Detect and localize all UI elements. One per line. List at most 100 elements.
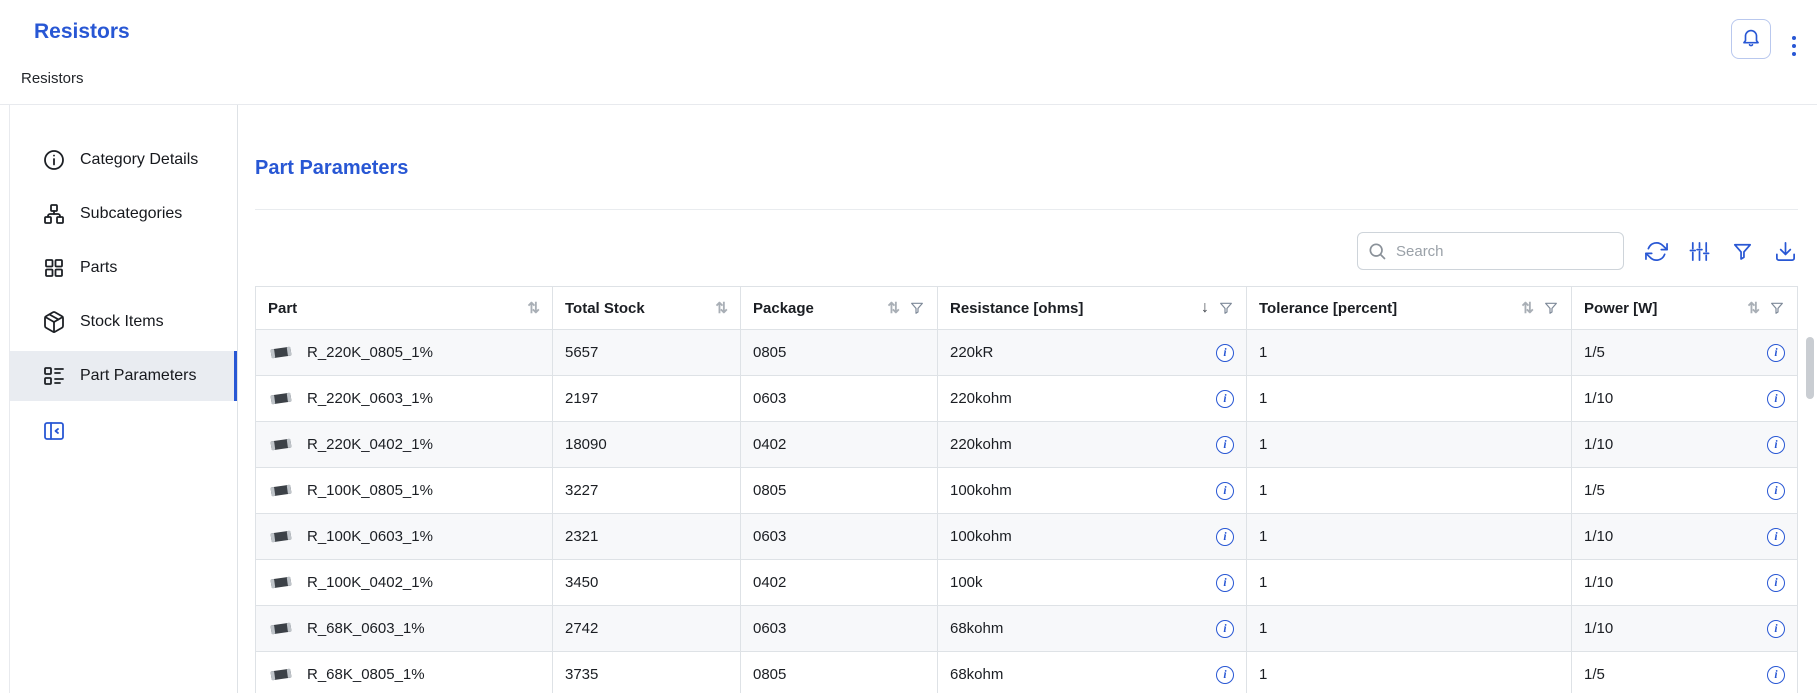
power-value: 1/5 — [1584, 482, 1605, 499]
table-row[interactable]: R_220K_0805_1% 5657 0805 220kR i 1 1/5 i — [256, 330, 1798, 376]
sort-icon[interactable]: ⇅ — [1521, 301, 1534, 316]
power-value: 1/10 — [1584, 528, 1613, 545]
part-thumbnail-icon — [268, 574, 294, 591]
total-stock-cell: 2197 — [553, 376, 741, 422]
resistance-value: 100k — [950, 574, 983, 591]
column-header-package[interactable]: Package ⇅ — [741, 287, 938, 330]
content-area: Category Details Subcategories Parts Sto… — [0, 104, 1817, 693]
table-row[interactable]: R_100K_0603_1% 2321 0603 100kohm i 1 1/1… — [256, 514, 1798, 560]
resistance-value: 68kohm — [950, 666, 1003, 683]
table-body: R_220K_0805_1% 5657 0805 220kR i 1 1/5 i — [256, 330, 1798, 693]
power-info-icon[interactable]: i — [1767, 344, 1785, 362]
resistance-info-icon[interactable]: i — [1216, 666, 1234, 684]
power-info-icon[interactable]: i — [1767, 390, 1785, 408]
part-name: R_220K_0603_1% — [307, 390, 433, 407]
part-thumbnail-icon — [268, 482, 294, 499]
column-label: Package — [753, 300, 814, 317]
main-panel: Part Parameters — [238, 105, 1817, 693]
sidebar-item-label: Subcategories — [80, 205, 182, 223]
kebab-menu-icon[interactable] — [1785, 27, 1803, 65]
part-name: R_68K_0603_1% — [307, 620, 425, 637]
column-header-power-w-[interactable]: Power [W] ⇅ — [1572, 287, 1798, 330]
sort-icon[interactable]: ↓ — [1201, 300, 1209, 316]
sidebar-item-label: Parts — [80, 259, 117, 277]
sort-icon[interactable]: ⇅ — [887, 301, 900, 316]
table-row[interactable]: R_100K_0805_1% 3227 0805 100kohm i 1 1/5… — [256, 468, 1798, 514]
column-settings-button[interactable] — [1686, 238, 1712, 264]
part-name: R_100K_0402_1% — [307, 574, 433, 591]
column-filter-icon[interactable] — [1543, 300, 1559, 316]
table-row[interactable]: R_68K_0603_1% 2742 0603 68kohm i 1 1/10 … — [256, 606, 1798, 652]
resistance-value: 100kohm — [950, 482, 1012, 499]
box-icon — [42, 310, 66, 334]
power-info-icon[interactable]: i — [1767, 666, 1785, 684]
total-stock-cell: 3227 — [553, 468, 741, 514]
breadcrumb: Resistors — [21, 70, 84, 87]
table-controls — [255, 232, 1798, 270]
bell-icon — [1740, 26, 1762, 53]
resistance-info-icon[interactable]: i — [1216, 390, 1234, 408]
power-info-icon[interactable]: i — [1767, 482, 1785, 500]
package-cell: 0805 — [741, 652, 938, 693]
resistance-info-icon[interactable]: i — [1216, 482, 1234, 500]
part-name: R_100K_0603_1% — [307, 528, 433, 545]
sort-icon[interactable]: ⇅ — [527, 301, 540, 316]
refresh-button[interactable] — [1643, 238, 1669, 264]
sort-icon[interactable]: ⇅ — [1747, 301, 1760, 316]
column-label: Tolerance [percent] — [1259, 300, 1397, 317]
column-header-resistance-ohms-[interactable]: Resistance [ohms] ↓ — [938, 287, 1247, 330]
power-info-icon[interactable]: i — [1767, 620, 1785, 638]
resistance-info-icon[interactable]: i — [1216, 528, 1234, 546]
total-stock-cell: 3450 — [553, 560, 741, 606]
column-header-part[interactable]: Part ⇅ — [256, 287, 553, 330]
package-cell: 0402 — [741, 560, 938, 606]
total-stock-cell: 5657 — [553, 330, 741, 376]
resistance-info-icon[interactable]: i — [1216, 574, 1234, 592]
power-info-icon[interactable]: i — [1767, 528, 1785, 546]
package-cell: 0603 — [741, 376, 938, 422]
column-header-total-stock[interactable]: Total Stock ⇅ — [553, 287, 741, 330]
sidebar-item-parts[interactable]: Parts — [9, 243, 237, 293]
list-details-icon — [42, 364, 66, 388]
table-row[interactable]: R_220K_0603_1% 2197 0603 220kohm i 1 1/1… — [256, 376, 1798, 422]
table-row[interactable]: R_220K_0402_1% 18090 0402 220kohm i 1 1/… — [256, 422, 1798, 468]
collapse-sidebar-icon[interactable] — [42, 419, 66, 443]
resistance-info-icon[interactable]: i — [1216, 436, 1234, 454]
total-stock-cell: 3735 — [553, 652, 741, 693]
sidebar-item-label: Category Details — [80, 151, 198, 169]
table-row[interactable]: R_100K_0402_1% 3450 0402 100k i 1 1/10 i — [256, 560, 1798, 606]
column-filter-icon[interactable] — [909, 300, 925, 316]
search-input[interactable] — [1357, 232, 1624, 270]
power-value: 1/10 — [1584, 620, 1613, 637]
power-value: 1/10 — [1584, 574, 1613, 591]
sidebar-item-subcategories[interactable]: Subcategories — [9, 189, 237, 239]
part-thumbnail-icon — [268, 528, 294, 545]
column-label: Power [W] — [1584, 300, 1657, 317]
sidebar-items: Category Details Subcategories Parts Sto… — [9, 135, 237, 401]
resistance-value: 220kR — [950, 344, 993, 361]
sidebar-item-stock-items[interactable]: Stock Items — [9, 297, 237, 347]
tolerance-cell: 1 — [1247, 652, 1572, 693]
sidebar-item-part-parameters[interactable]: Part Parameters — [9, 351, 237, 401]
sort-icon[interactable]: ⇅ — [715, 301, 728, 316]
tolerance-cell: 1 — [1247, 514, 1572, 560]
column-filter-icon[interactable] — [1769, 300, 1785, 316]
resistance-info-icon[interactable]: i — [1216, 620, 1234, 638]
table-row[interactable]: R_68K_0805_1% 3735 0805 68kohm i 1 1/5 i — [256, 652, 1798, 693]
sidebar-item-label: Part Parameters — [80, 367, 196, 385]
sidebar: Category Details Subcategories Parts Sto… — [0, 105, 238, 693]
resistance-value: 220kohm — [950, 436, 1012, 453]
column-header-tolerance-percent-[interactable]: Tolerance [percent] ⇅ — [1247, 287, 1572, 330]
power-info-icon[interactable]: i — [1767, 574, 1785, 592]
download-button[interactable] — [1772, 238, 1798, 264]
grid-icon — [42, 256, 66, 280]
package-cell: 0805 — [741, 468, 938, 514]
filter-button[interactable] — [1729, 238, 1755, 264]
column-filter-icon[interactable] — [1218, 300, 1234, 316]
part-name: R_68K_0805_1% — [307, 666, 425, 683]
power-info-icon[interactable]: i — [1767, 436, 1785, 454]
resistance-info-icon[interactable]: i — [1216, 344, 1234, 362]
notifications-button[interactable] — [1731, 19, 1771, 59]
sidebar-item-category-details[interactable]: Category Details — [9, 135, 237, 185]
scrollbar-thumb[interactable] — [1806, 337, 1814, 399]
